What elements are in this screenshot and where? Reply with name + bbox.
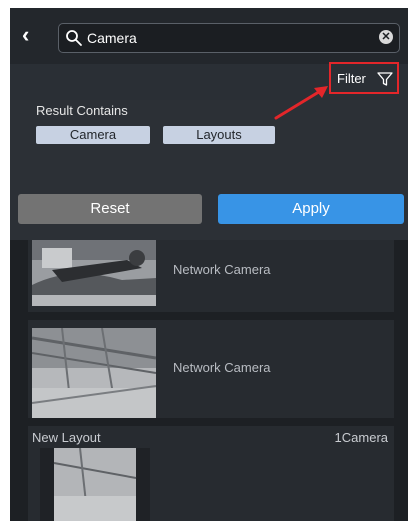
layout-name: New Layout (32, 430, 101, 445)
list-item[interactable]: Network Camera (28, 240, 394, 312)
search-value: Camera (87, 30, 137, 46)
reset-button[interactable]: Reset (18, 194, 202, 224)
top-bar: ‹ Camera ✕ (10, 8, 408, 64)
camera-type-label: Network Camera (173, 262, 271, 277)
annotation-arrow (270, 78, 336, 129)
filter-funnel-icon (377, 71, 393, 92)
back-chevron-icon[interactable]: ‹ (22, 24, 42, 46)
result-contains-label: Result Contains (36, 103, 128, 118)
chip-layouts[interactable]: Layouts (163, 126, 275, 144)
camera-thumbnail (32, 328, 156, 418)
apply-button[interactable]: Apply (218, 194, 404, 224)
camera-thumbnail (32, 240, 156, 306)
filter-label: Filter (337, 71, 366, 86)
layout-thumbnail (40, 448, 150, 521)
search-icon (65, 29, 83, 52)
filter-button[interactable]: Filter (329, 62, 399, 94)
list-item[interactable]: Network Camera (28, 320, 394, 418)
search-input[interactable]: Camera ✕ (58, 23, 400, 53)
clear-icon[interactable]: ✕ (379, 30, 393, 44)
layout-camera-count: 1Camera (334, 430, 388, 445)
chip-camera[interactable]: Camera (36, 126, 150, 144)
app-frame: ‹ Camera ✕ Result Contains Camera Layout… (10, 8, 408, 521)
camera-type-label: Network Camera (173, 360, 271, 375)
